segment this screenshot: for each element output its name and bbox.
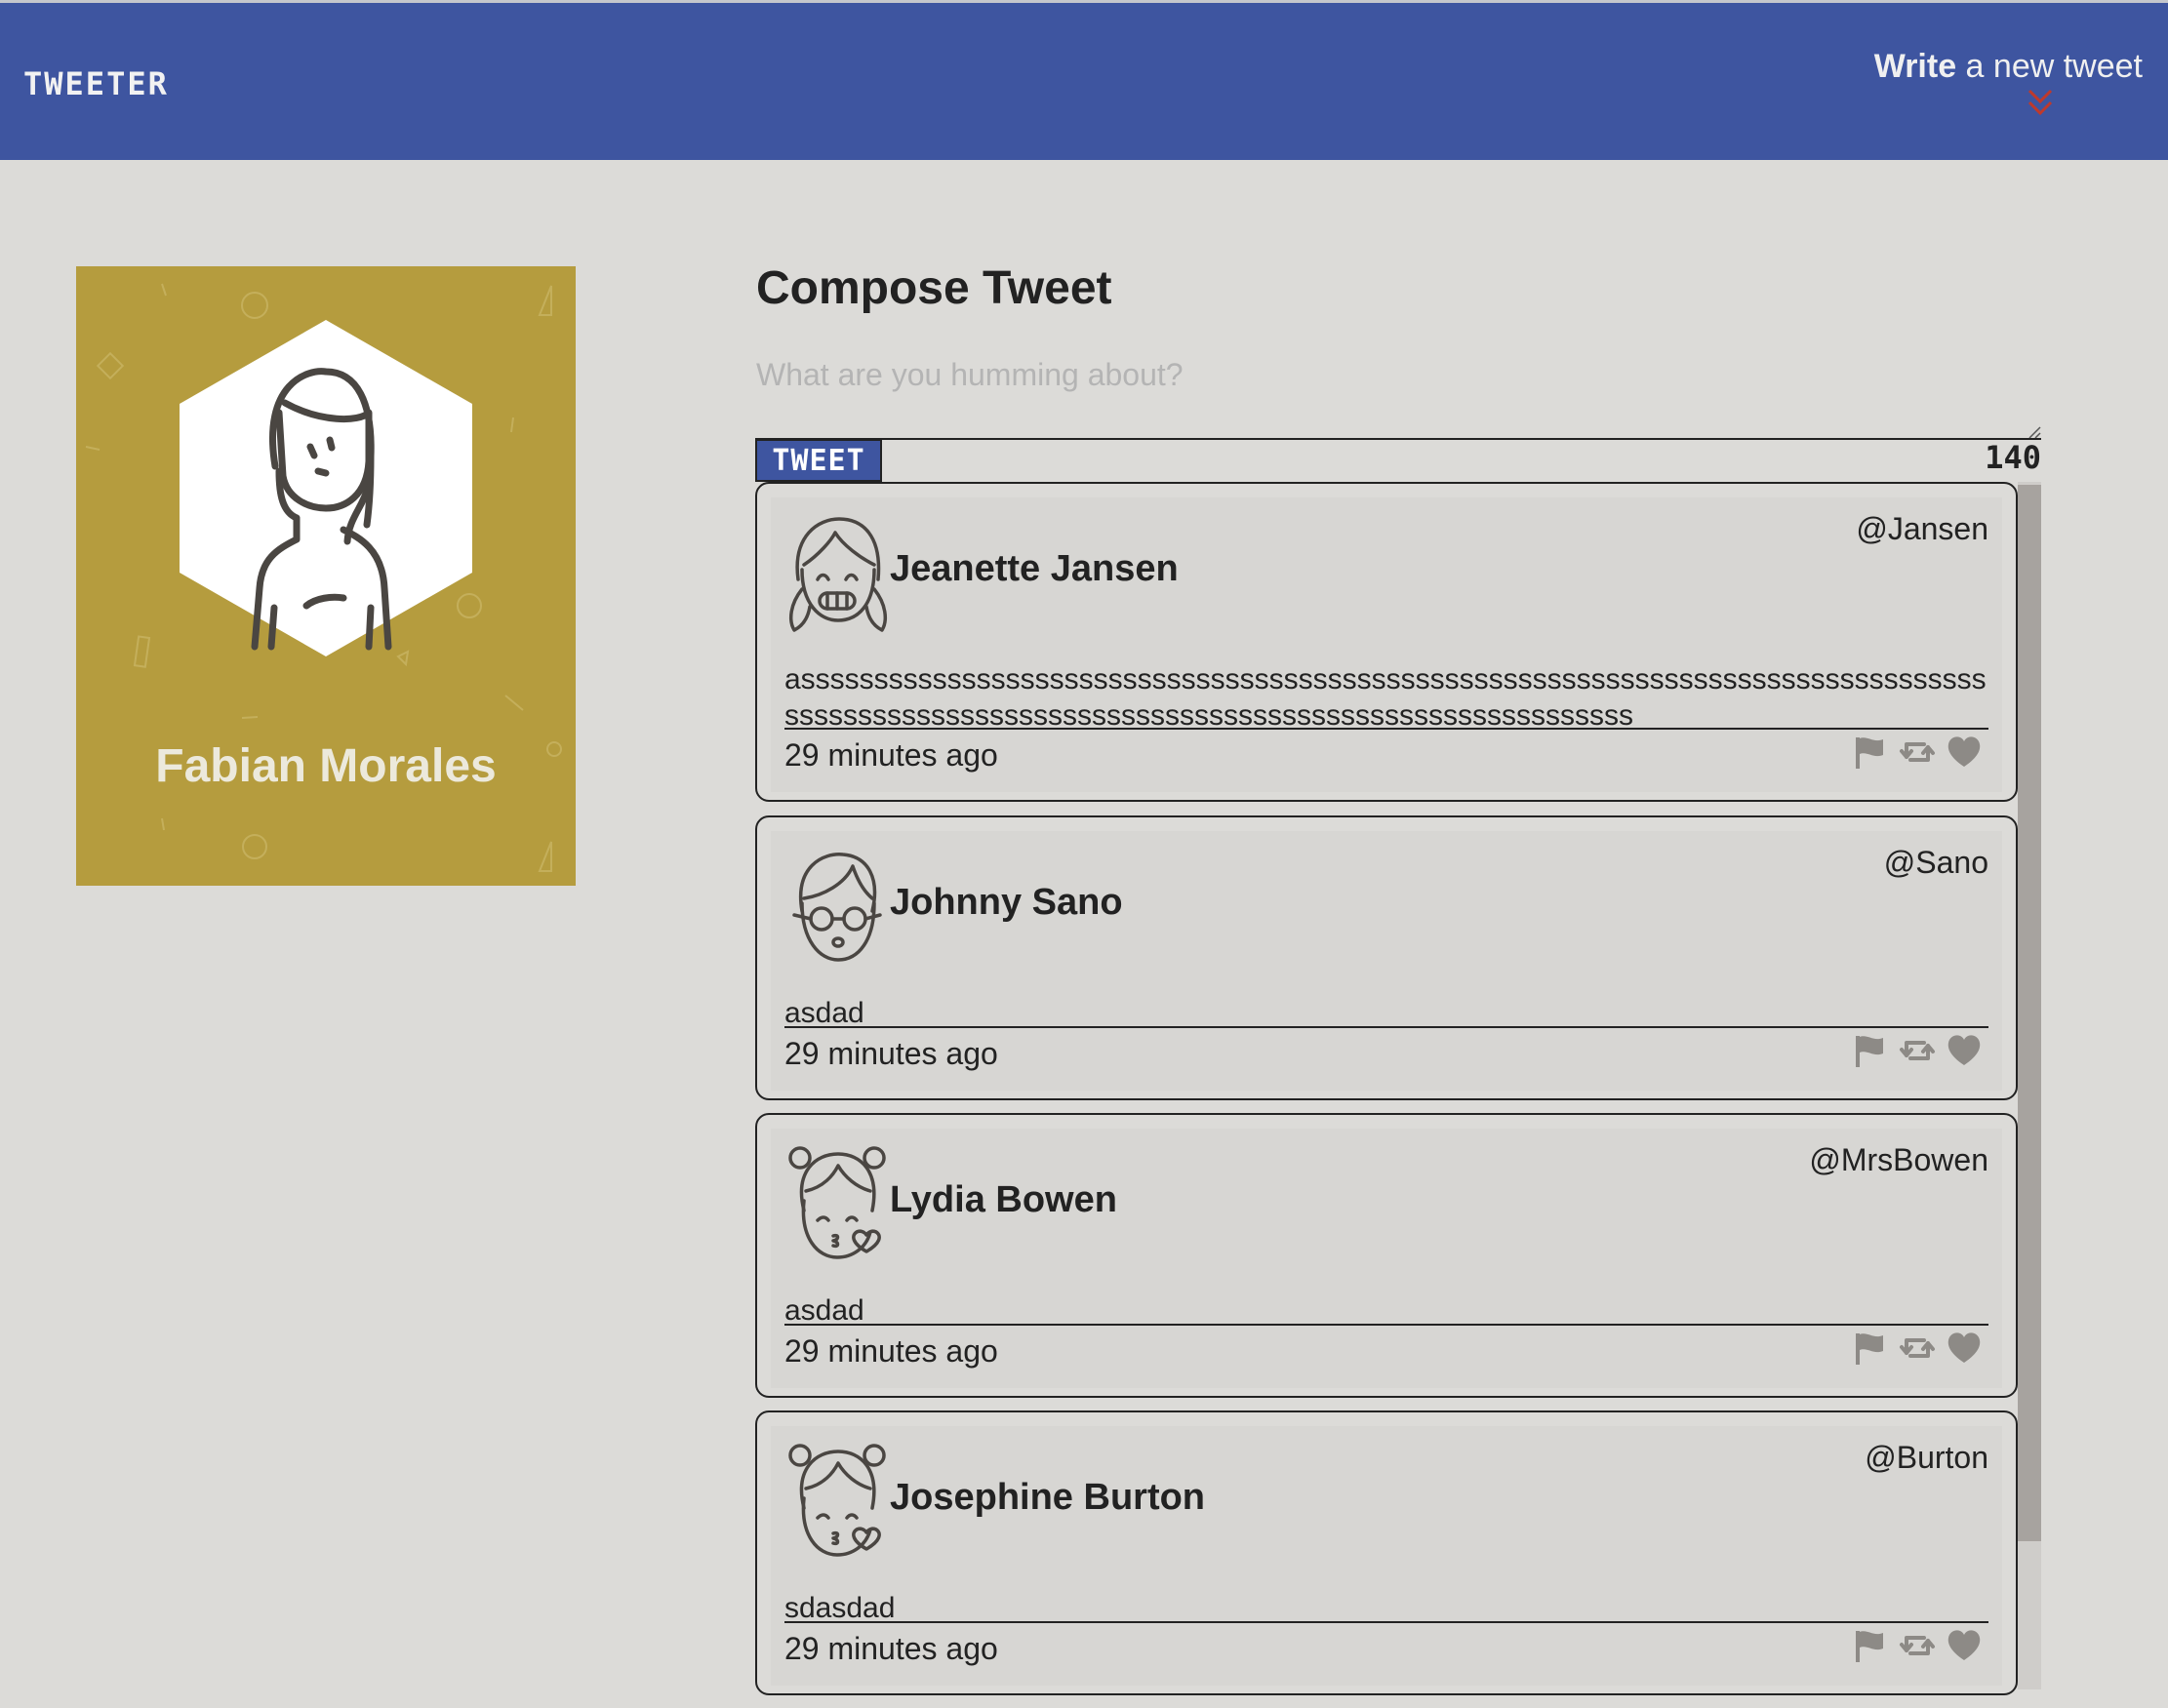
retweet-icon[interactable] [1899, 734, 1936, 771]
tweet-footer: 29 minutes ago [784, 1621, 1988, 1672]
tweet-list: Jeanette Jansen @Jansen asssssssssssssss… [755, 482, 2018, 1708]
retweet-icon[interactable] [1899, 1032, 1936, 1069]
tweet-actions [1852, 1627, 1988, 1666]
tweet-timestamp: 29 minutes ago [784, 1036, 998, 1071]
tweet-card-body: Josephine Burton @Burton sdasdad 29 minu… [771, 1426, 2002, 1686]
brand-logo[interactable]: TWEETER [23, 65, 169, 102]
scrollbar-thumb[interactable] [2018, 485, 2041, 1541]
profile-name: Fabian Morales [155, 740, 497, 792]
write-link-bold: Write [1873, 48, 1957, 85]
tweet-timestamp: 29 minutes ago [784, 1631, 998, 1666]
flag-icon[interactable] [1852, 1032, 1889, 1069]
tweet-author-name[interactable]: Johnny Sano [890, 882, 1123, 924]
tweet-author-name[interactable]: Josephine Burton [890, 1477, 1205, 1519]
tweet-footer: 29 minutes ago [784, 1324, 1988, 1374]
double-chevron-down-icon[interactable] [2026, 87, 2055, 122]
compose-tweet-input[interactable] [756, 351, 2038, 439]
tweet-author-name[interactable]: Jeanette Jansen [890, 548, 1179, 590]
heart-icon[interactable] [1946, 1330, 1983, 1367]
tweet-author-handle[interactable]: @MrsBowen [1809, 1142, 1988, 1178]
tweet-author-name[interactable]: Lydia Bowen [890, 1179, 1117, 1221]
tweet-card-body: Lydia Bowen @MrsBowen asdad 29 minutes a… [771, 1129, 2002, 1388]
tweet-card-body: Jeanette Jansen @Jansen asssssssssssssss… [771, 497, 2002, 792]
tweet-card: Lydia Bowen @MrsBowen asdad 29 minutes a… [755, 1113, 2018, 1398]
write-link-rest: a new tweet [1956, 48, 2143, 85]
heart-icon[interactable] [1946, 734, 1983, 771]
resize-handle-icon[interactable] [2026, 423, 2041, 439]
character-counter: 140 [1985, 439, 2041, 476]
tweet-actions [1852, 734, 1988, 773]
tweet-author-handle[interactable]: @Burton [1865, 1440, 1988, 1476]
tweet-footer: 29 minutes ago [784, 1026, 1988, 1077]
tweet-card: Josephine Burton @Burton sdasdad 29 minu… [755, 1410, 2018, 1695]
retweet-icon[interactable] [1899, 1627, 1936, 1664]
retweet-icon[interactable] [1899, 1330, 1936, 1367]
tweet-timestamp: 29 minutes ago [784, 1333, 998, 1369]
tweet-actions [1852, 1330, 1988, 1369]
tweet-actions [1852, 1032, 1988, 1071]
tweet-card-body: Johnny Sano @Sano asdad 29 minutes ago [771, 831, 2002, 1091]
tweet-author-handle[interactable]: @Sano [1884, 845, 1988, 881]
tweet-text: asssssssssssssssssssssssssssssssssssssss… [784, 663, 1987, 732]
tweet-timestamp: 29 minutes ago [784, 737, 998, 773]
tweet-footer: 29 minutes ago [784, 728, 1988, 778]
flag-icon[interactable] [1852, 1627, 1889, 1664]
heart-icon[interactable] [1946, 1627, 1983, 1664]
write-new-tweet-link[interactable]: Write a new tweet [1874, 48, 2143, 86]
profile-card: Fabian Morales [76, 266, 576, 886]
compose-title: Compose Tweet [756, 262, 1112, 314]
girl-smiling-avatar-icon [788, 517, 888, 632]
tweet-card: Johnny Sano @Sano asdad 29 minutes ago [755, 815, 2018, 1100]
flag-icon[interactable] [1852, 1330, 1889, 1367]
compose-toolbar [755, 438, 2041, 483]
boy-glasses-avatar-icon [792, 853, 882, 962]
tweet-card: Jeanette Jansen @Jansen asssssssssssssss… [755, 482, 2018, 802]
tweet-author-handle[interactable]: @Jansen [1856, 511, 1988, 547]
heart-icon[interactable] [1946, 1032, 1983, 1069]
girl-kiss-avatar-icon [788, 1146, 886, 1259]
girl-kiss-avatar-icon [788, 1444, 886, 1557]
flag-icon[interactable] [1852, 734, 1889, 771]
tweet-submit-button[interactable]: TWEET [755, 439, 882, 482]
top-navbar: TWEETER Write a new tweet [0, 0, 2168, 160]
